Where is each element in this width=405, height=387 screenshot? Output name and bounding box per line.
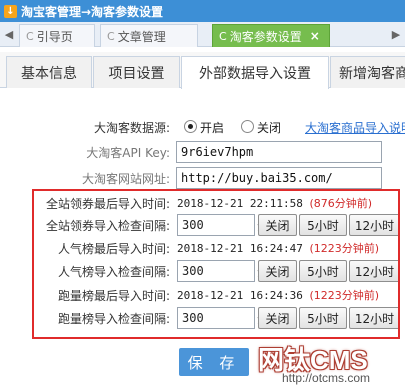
tab-article-management[interactable]: C 文章管理 [100, 24, 198, 47]
window-title: 淘宝客管理→淘客参数设置 [21, 4, 164, 19]
highlight-frame [32, 189, 400, 339]
watermark-url: http://otcms.com [282, 371, 371, 385]
source-off-radio[interactable] [241, 120, 254, 133]
source-on-radio[interactable] [184, 120, 197, 133]
tab-scroll-left-icon[interactable]: ◀ [2, 25, 16, 44]
refresh-icon: C [107, 29, 115, 43]
api-key-input[interactable]: 9r6iev7hpm [176, 141, 382, 163]
refresh-icon: C [219, 29, 227, 43]
watermark-logo: 网钛CMS http://otcms.com [250, 338, 405, 387]
site-url-input[interactable]: http://buy.bai35.com/ [176, 167, 382, 189]
tab-external-import-settings[interactable]: 外部数据导入设置 [181, 56, 329, 89]
import-guide-link[interactable]: 大淘客商品导入说明 [305, 119, 405, 136]
source-off-label: 关闭 [257, 121, 282, 135]
tab-label: 淘客参数设置 [229, 29, 302, 44]
tab-basic-info[interactable]: 基本信息 [6, 56, 92, 88]
close-icon[interactable]: × [310, 29, 320, 43]
tab-scroll-right-icon[interactable]: ▶ [389, 25, 403, 44]
page-tab-strip: ◀ C 引导页 C 文章管理 C 淘客参数设置 × ▶ [0, 22, 405, 47]
tab-new-taoke[interactable]: 新增淘客商 [330, 56, 405, 88]
site-url-row: 大淘客网站网址: http://buy.bai35.com/ [0, 167, 405, 189]
site-url-label: 大淘客网站网址: [81, 172, 170, 186]
source-row: 大淘客数据源: 开启 关闭 大淘客商品导入说明 [0, 116, 405, 138]
api-key-row: 大淘客API Key: 9r6iev7hpm [0, 141, 405, 163]
source-on-label: 开启 [200, 121, 225, 135]
tab-guide-page[interactable]: C 引导页 [19, 24, 95, 47]
save-button[interactable]: 保 存 [179, 348, 249, 376]
tab-label: 引导页 [36, 29, 73, 44]
section-tab-bar: 基本信息 项目设置 外部数据导入设置 新增淘客商 [0, 52, 405, 89]
api-key-label: 大淘客API Key: [86, 146, 170, 160]
tab-label: 文章管理 [117, 29, 166, 44]
window-title-bar: ↓ 淘宝客管理→淘客参数设置 [0, 0, 405, 22]
tab-project-settings[interactable]: 项目设置 [93, 56, 180, 88]
download-icon: ↓ [4, 4, 17, 18]
source-label: 大淘客数据源: [93, 121, 170, 135]
refresh-icon: C [26, 29, 34, 43]
tab-taoke-settings[interactable]: C 淘客参数设置 × [212, 24, 330, 47]
